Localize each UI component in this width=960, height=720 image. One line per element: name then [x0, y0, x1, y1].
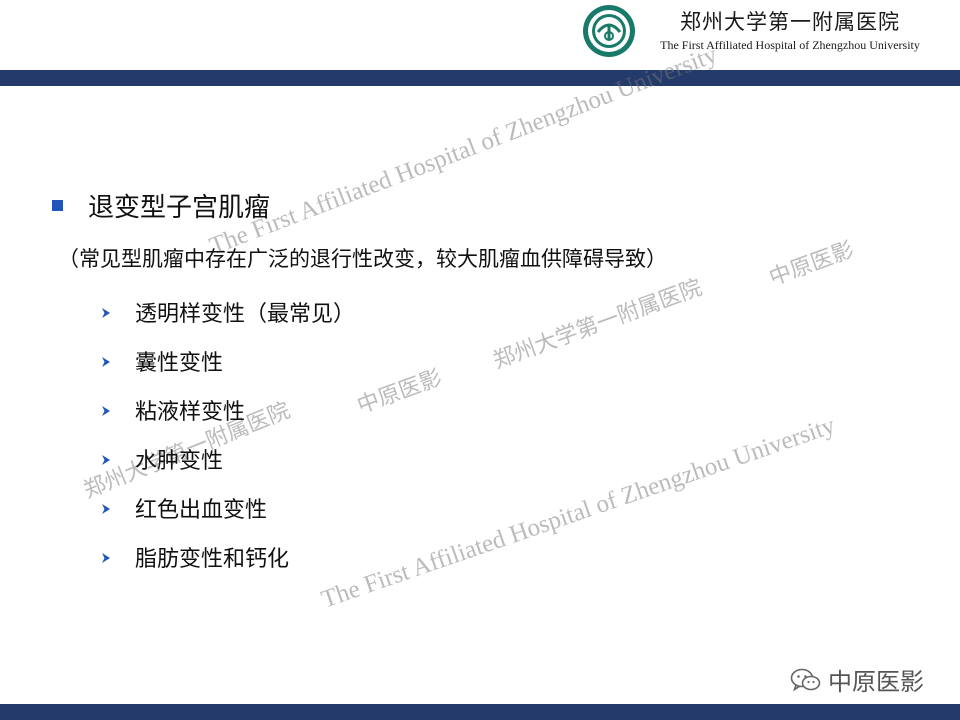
watermark-brand-2: 中原医影: [354, 365, 446, 420]
title-bullet-icon: [52, 200, 63, 211]
chevron-right-icon: [102, 455, 110, 465]
list-item-label: 囊性变性: [135, 350, 224, 376]
list-item-label: 脂肪变性和钙化: [135, 546, 290, 572]
watermark-hospital-cn-1: 郑州大学第一附属医院: [490, 275, 706, 375]
list-item: 水肿变性: [100, 434, 355, 483]
hospital-logo-icon: [583, 5, 635, 57]
watermark-en-2: The First Affiliated Hospital of Zhengzh…: [318, 411, 839, 614]
list-item-label: 水肿变性: [135, 448, 224, 474]
chevron-right-icon: [102, 406, 110, 416]
slide-subtitle-note: （常见型肌瘤中存在广泛的退行性改变，较大肌瘤血供障碍导致）: [58, 247, 667, 271]
footer-bar: [0, 704, 960, 720]
footer-brand: 中原医影: [790, 662, 924, 697]
chevron-right-icon: [102, 357, 110, 367]
list-item: 脂肪变性和钙化: [100, 532, 355, 581]
list-item: 粘液样变性: [100, 385, 355, 434]
chevron-right-icon: [102, 504, 110, 514]
list-item-label: 透明样变性（最常见）: [135, 301, 356, 327]
wechat-icon: [790, 668, 821, 691]
slide-title: 退变型子宫肌瘤: [88, 193, 271, 223]
degeneration-type-list: 透明样变性（最常见） 囊性变性 粘液样变性 水肿变性 红色出血变性 脂肪变性和钙…: [100, 287, 355, 581]
list-item: 红色出血变性: [100, 483, 355, 532]
list-item: 透明样变性（最常见）: [100, 287, 355, 336]
hospital-name-en: The First Affiliated Hospital of Zhengzh…: [660, 38, 920, 52]
footer-brand-text: 中原医影: [828, 668, 924, 696]
slide-header: 郑州大学第一附属医院 The First Affiliated Hospital…: [0, 0, 960, 70]
chevron-right-icon: [102, 553, 110, 563]
list-item: 囊性变性: [100, 336, 355, 385]
list-item-label: 红色出血变性: [135, 497, 268, 523]
hospital-name-cn: 郑州大学第一附属医院: [680, 10, 900, 34]
header-divider-bar: [0, 70, 960, 86]
list-item-label: 粘液样变性: [135, 399, 246, 425]
chevron-right-icon: [102, 308, 110, 318]
watermark-brand-1: 中原医影: [766, 237, 858, 292]
